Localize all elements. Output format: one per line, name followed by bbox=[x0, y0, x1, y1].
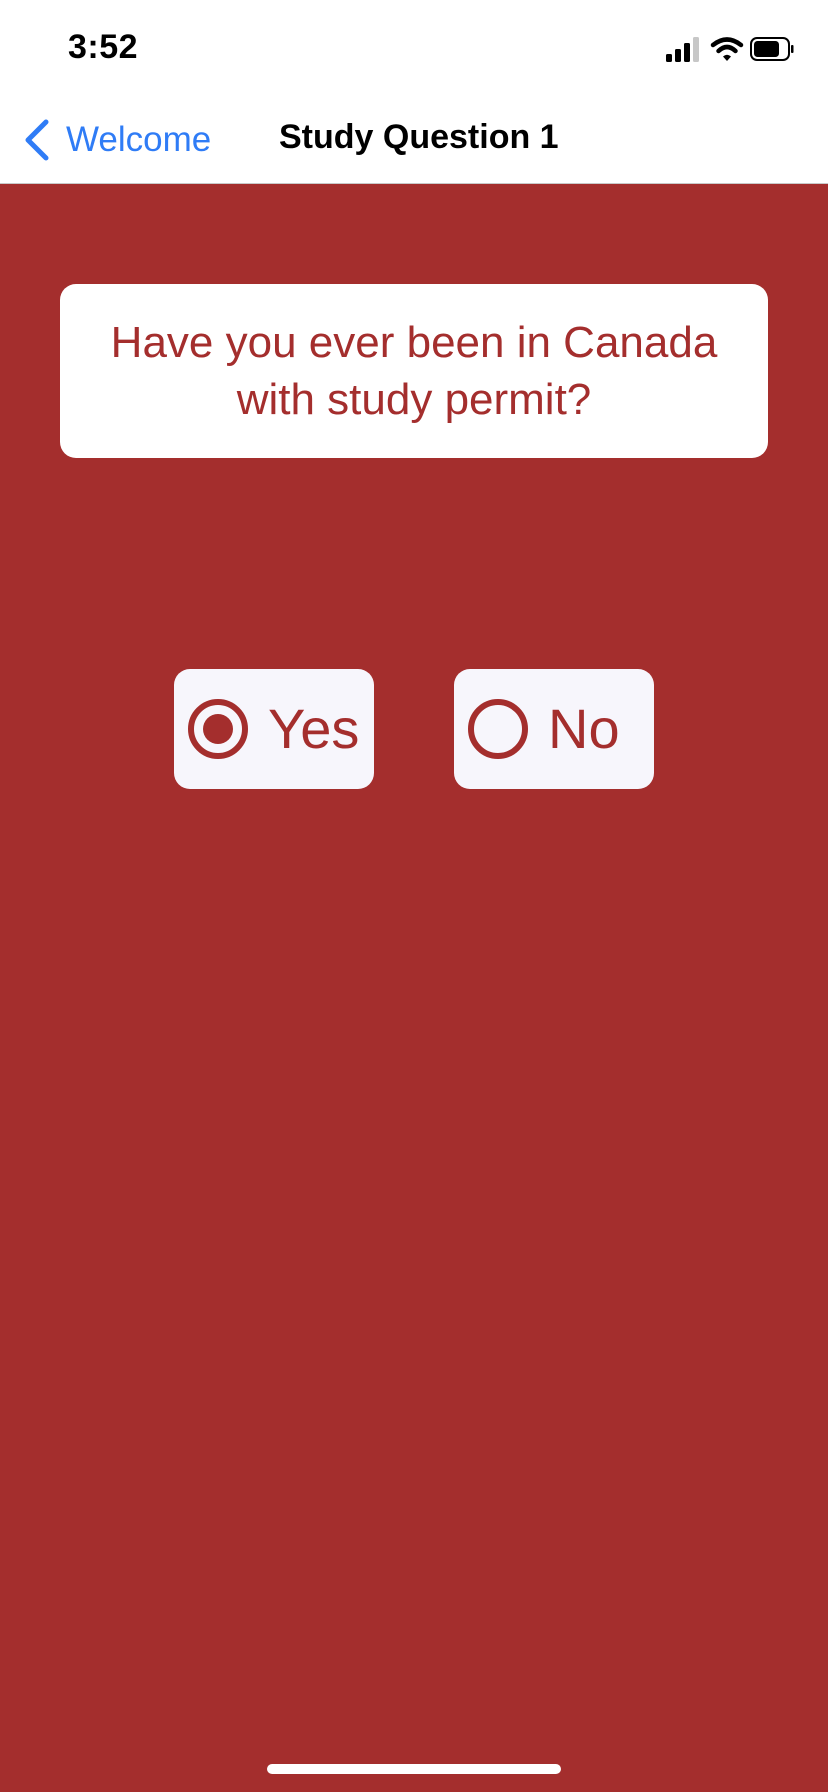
status-bar: 3:52 bbox=[0, 0, 828, 96]
navigation-bar: Welcome Study Question 1 bbox=[0, 96, 828, 184]
wifi-icon bbox=[710, 37, 744, 61]
yes-option-label: Yes bbox=[268, 697, 360, 760]
battery-icon bbox=[750, 37, 794, 61]
radio-unselected-icon bbox=[468, 699, 528, 759]
question-card: Have you ever been in Canada with study … bbox=[60, 284, 768, 458]
chevron-left-icon bbox=[25, 119, 49, 161]
cellular-signal-icon bbox=[666, 37, 699, 62]
radio-selected-icon bbox=[188, 699, 248, 759]
no-option-label: No bbox=[548, 697, 620, 760]
home-indicator[interactable] bbox=[267, 1764, 561, 1774]
status-icons bbox=[666, 37, 794, 62]
back-button-label: Welcome bbox=[66, 120, 212, 159]
back-button[interactable]: Welcome bbox=[22, 118, 211, 162]
question-text: Have you ever been in Canada with study … bbox=[110, 318, 718, 424]
no-option-button[interactable]: No bbox=[454, 669, 654, 789]
yes-option-button[interactable]: Yes bbox=[174, 669, 374, 789]
page-title: Study Question 1 bbox=[279, 118, 559, 156]
question-screen: Have you ever been in Canada with study … bbox=[0, 184, 828, 1792]
status-time: 3:52 bbox=[68, 28, 139, 66]
